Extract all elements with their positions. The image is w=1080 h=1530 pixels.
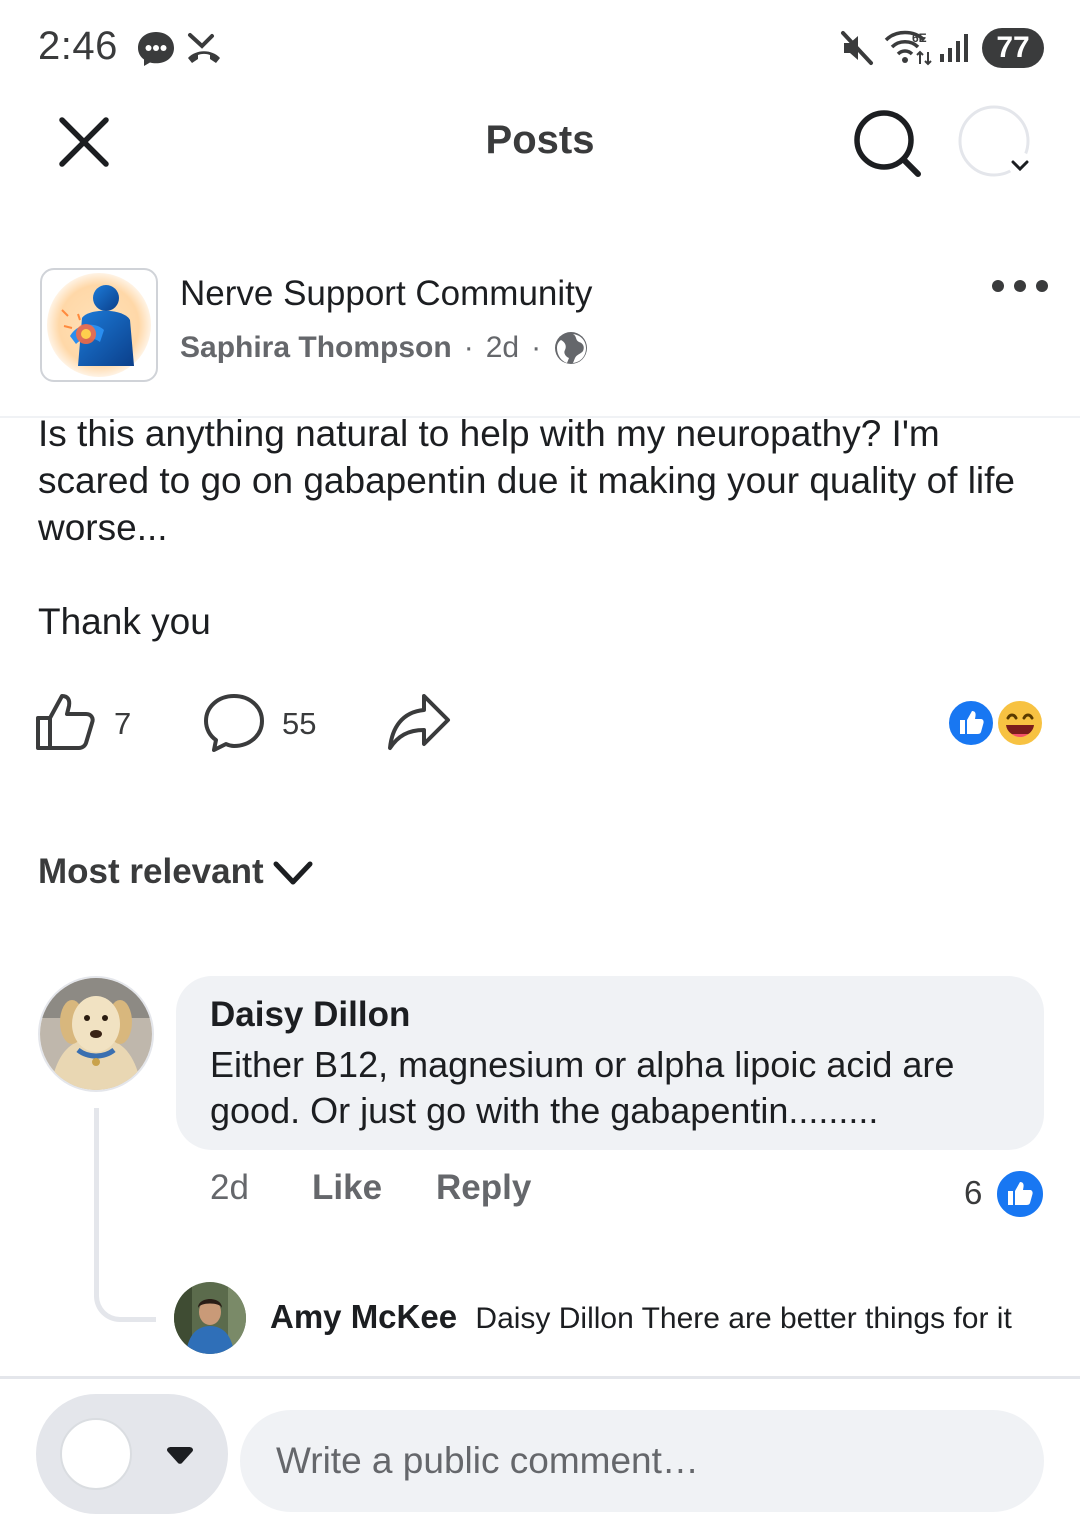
comment-like-count: 6 <box>964 1174 983 1211</box>
wifi-network-label: 6E <box>912 31 927 45</box>
signal-icon <box>940 34 968 62</box>
caret-down-icon[interactable] <box>164 1446 196 1468</box>
profile-avatar-icon[interactable] <box>958 104 1038 180</box>
reply-author[interactable]: Amy McKee <box>270 1298 457 1335</box>
reply-thread-line <box>94 1108 156 1322</box>
comment-reply-button[interactable]: Reply <box>436 1168 531 1208</box>
comment-text: Either B12, magnesium or alpha lipoic ac… <box>210 1044 955 1131</box>
messenger-icon <box>138 32 174 66</box>
meta-separator: · <box>463 331 474 364</box>
status-time: 2:46 <box>38 24 118 68</box>
reply-preview[interactable]: Amy McKee Daisy Dillon There are better … <box>270 1298 1012 1336</box>
globe-icon <box>555 332 588 364</box>
comment-sort-dropdown[interactable]: Most relevant <box>38 852 264 892</box>
comment-input[interactable] <box>240 1410 1044 1512</box>
meta-separator: · <box>531 331 542 364</box>
like-count: 7 <box>114 706 132 741</box>
chevron-down-icon[interactable] <box>272 858 314 888</box>
share-icon[interactable] <box>386 692 452 752</box>
status-bar: 2:46 6E 77 <box>0 0 1080 96</box>
identity-avatar <box>60 1418 132 1490</box>
more-options-icon[interactable] <box>990 276 1050 296</box>
group-name[interactable]: Nerve Support Community <box>180 274 592 314</box>
reactions-summary[interactable] <box>946 698 1046 748</box>
like-reaction-icon[interactable] <box>994 1168 1046 1220</box>
wifi-icon: 6E <box>884 30 932 66</box>
post-text: Is this anything natural to help with my… <box>38 413 1016 548</box>
person-avatar-image <box>174 1282 246 1354</box>
comment-time[interactable]: 2d <box>210 1168 249 1208</box>
sort-label: Most relevant <box>38 852 264 891</box>
post-meta: Saphira Thompson · 2d · <box>180 330 589 366</box>
post-time[interactable]: 2d <box>486 331 519 365</box>
comment-author[interactable]: Daisy Dillon <box>210 994 1010 1036</box>
comment-like-button[interactable]: Like <box>312 1168 382 1208</box>
post-text-closing: Thank you <box>38 601 211 642</box>
commenter-avatar[interactable] <box>38 976 154 1092</box>
group-avatar[interactable] <box>40 268 158 382</box>
post-author[interactable]: Saphira Thompson <box>180 331 452 365</box>
like-icon[interactable] <box>34 692 96 752</box>
missed-call-icon <box>188 33 220 63</box>
reply-text: Daisy Dillon There are better things for… <box>475 1302 1012 1335</box>
comment-count: 55 <box>282 706 317 741</box>
battery-icon: 77 <box>982 28 1044 68</box>
comment-bubble[interactable]: Daisy Dillon Either B12, magnesium or al… <box>176 976 1044 1150</box>
reply-avatar[interactable] <box>174 1282 246 1354</box>
group-avatar-image <box>47 273 151 377</box>
dog-avatar-image <box>40 978 152 1090</box>
comment-icon[interactable] <box>202 692 266 754</box>
mute-icon <box>841 31 873 65</box>
search-icon[interactable] <box>852 108 924 178</box>
